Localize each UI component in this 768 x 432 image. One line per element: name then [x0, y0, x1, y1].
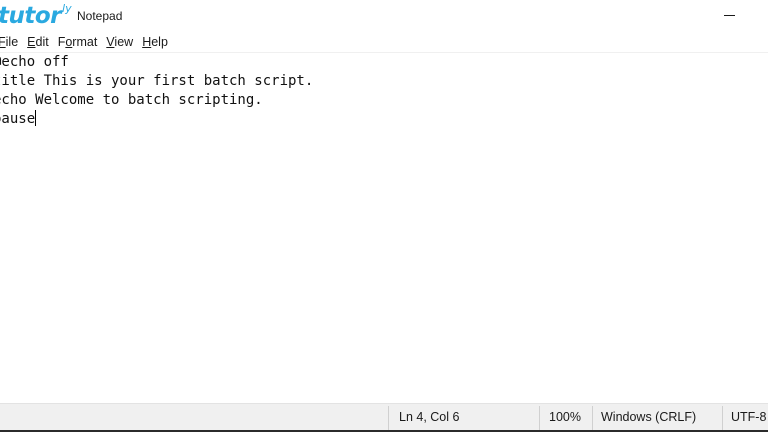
menu-help-rest: elp	[151, 35, 168, 49]
menu-format-rest: rmat	[72, 35, 98, 49]
editor-line-text: pause	[0, 111, 36, 127]
tutorly-logo: tutor ly	[0, 2, 72, 30]
status-encoding: UTF-8	[731, 410, 767, 424]
menu-file-rest: ile	[5, 35, 19, 49]
title-bar: tutor ly Notepad	[0, 0, 768, 32]
editor-line: echo Welcome to batch scripting.	[0, 92, 263, 108]
text-editor[interactable]: @echo off title This is your first batch…	[0, 53, 768, 403]
menu-edit[interactable]: Edit	[27, 35, 54, 49]
status-divider	[539, 406, 540, 430]
editor-line: @echo off	[0, 54, 69, 70]
menu-view[interactable]: View	[106, 35, 138, 49]
status-line-ending: Windows (CRLF)	[601, 410, 697, 424]
menu-format[interactable]: Format	[58, 35, 103, 49]
editor-line: title This is your first batch script.	[0, 73, 314, 89]
menu-bar: File Edit Format View Help	[0, 32, 768, 52]
window-title: Notepad	[77, 9, 123, 23]
logo-superscript: ly	[62, 2, 72, 15]
status-divider	[388, 406, 389, 430]
status-position: Ln 4, Col 6	[399, 410, 460, 424]
menu-help[interactable]: Help	[142, 35, 173, 49]
menu-view-rest: iew	[114, 35, 134, 49]
menu-edit-rest: dit	[35, 35, 49, 49]
status-zoom: 100%	[549, 410, 581, 424]
editor-line-last: pause	[0, 110, 37, 129]
minimize-button[interactable]	[710, 0, 750, 30]
menu-file[interactable]: File	[0, 35, 23, 49]
logo-text: tutor	[0, 3, 62, 29]
minimize-icon	[724, 15, 735, 16]
text-caret	[35, 110, 37, 126]
notepad-window: tutor ly Notepad File Edit Format View H…	[0, 0, 768, 432]
menu-edit-accel: E	[27, 35, 36, 49]
menu-help-accel: H	[142, 35, 152, 49]
status-bar: Ln 4, Col 6 100% Windows (CRLF) UTF-8	[0, 403, 768, 431]
